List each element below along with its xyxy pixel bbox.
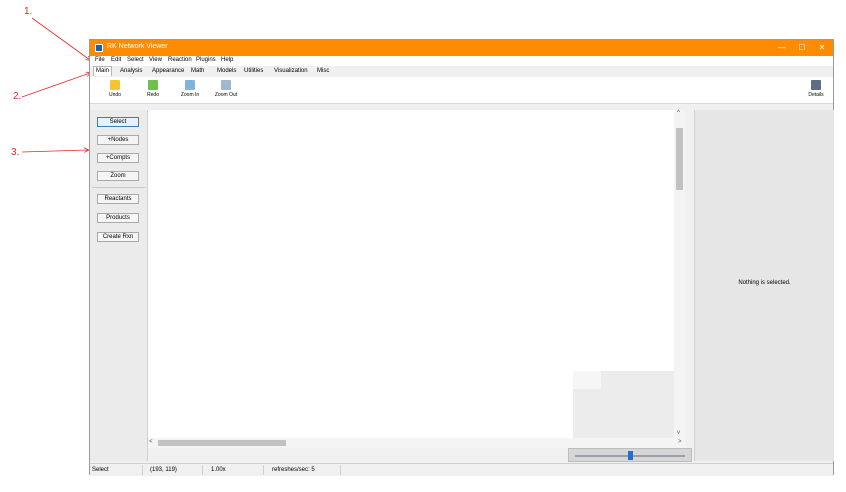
details-button[interactable]: Details bbox=[801, 79, 831, 101]
tab-misc[interactable]: Misc bbox=[317, 68, 329, 74]
annotation-2: 2. bbox=[13, 91, 22, 102]
status-refresh-rate: refreshes/sec: 5 bbox=[272, 467, 315, 473]
zoom-in-button[interactable]: Zoom In bbox=[175, 79, 205, 101]
tab-utilities[interactable]: Utilities bbox=[244, 68, 263, 74]
details-icon bbox=[811, 80, 821, 90]
add-compartments-button[interactable]: +Compts bbox=[97, 153, 139, 163]
undo-button[interactable]: Undo bbox=[100, 79, 130, 101]
minimap[interactable] bbox=[573, 371, 682, 438]
menu-reaction[interactable]: Reaction bbox=[168, 57, 192, 63]
redo-label: Redo bbox=[147, 92, 159, 98]
tab-main[interactable]: Main bbox=[93, 66, 113, 76]
menu-file[interactable]: File bbox=[95, 57, 105, 63]
status-divider bbox=[202, 465, 203, 475]
menu-bar: File Edit Select View Reaction Plugins H… bbox=[90, 56, 833, 66]
tab-models[interactable]: Models bbox=[217, 68, 236, 74]
details-label: Details bbox=[808, 92, 824, 98]
toolbar: Undo Redo Zoom In Zoom Out Details bbox=[90, 77, 833, 104]
redo-button[interactable]: Redo bbox=[138, 79, 168, 101]
menu-plugins[interactable]: Plugins bbox=[196, 57, 216, 63]
minimize-button[interactable]: — bbox=[775, 42, 789, 54]
scroll-up-icon[interactable]: ^ bbox=[677, 110, 680, 116]
add-nodes-button[interactable]: +Nodes bbox=[97, 135, 139, 145]
zoom-tool-button[interactable]: Zoom bbox=[97, 171, 139, 181]
tab-math[interactable]: Math bbox=[191, 68, 204, 74]
menu-edit[interactable]: Edit bbox=[111, 57, 121, 63]
annotation-1: 1. bbox=[24, 6, 33, 17]
status-zoom: 1.00x bbox=[211, 467, 226, 473]
status-divider bbox=[340, 465, 341, 475]
details-panel: Nothing is selected. bbox=[694, 110, 834, 461]
status-bar: Select (193, 119) 1.00x refreshes/sec: 5 bbox=[90, 463, 833, 476]
menu-select[interactable]: Select bbox=[127, 57, 144, 63]
status-divider bbox=[142, 465, 143, 475]
nothing-selected-message: Nothing is selected. bbox=[738, 280, 791, 286]
app-icon bbox=[95, 44, 103, 52]
scroll-down-icon[interactable]: v bbox=[677, 430, 680, 436]
annotation-arrow-2 bbox=[21, 73, 90, 98]
zoom-in-label: Zoom In bbox=[180, 92, 200, 98]
tab-analysis[interactable]: Analysis bbox=[120, 68, 142, 74]
scroll-right-icon[interactable]: > bbox=[678, 439, 682, 445]
app-window: RK Network Viewer — ☐ ✕ File Edit Select… bbox=[89, 39, 834, 476]
tool-divider bbox=[92, 187, 145, 188]
close-button[interactable]: ✕ bbox=[815, 42, 829, 54]
horizontal-scrollbar[interactable]: < > bbox=[148, 438, 686, 448]
maximize-button[interactable]: ☐ bbox=[795, 42, 809, 54]
annotation-arrow-1 bbox=[31, 17, 90, 60]
zoom-out-button[interactable]: Zoom Out bbox=[211, 79, 241, 101]
reactants-button[interactable]: Reactants bbox=[97, 194, 139, 204]
title-bar[interactable]: RK Network Viewer — ☐ ✕ bbox=[90, 40, 833, 56]
select-tool-button[interactable]: Select bbox=[97, 117, 139, 127]
redo-icon bbox=[148, 80, 158, 90]
zoom-out-label: Zoom Out bbox=[214, 92, 238, 98]
vertical-scroll-thumb[interactable] bbox=[676, 128, 683, 190]
status-coordinates: (193, 119) bbox=[150, 467, 177, 473]
horizontal-scroll-thumb[interactable] bbox=[158, 440, 286, 446]
menu-view[interactable]: View bbox=[149, 57, 162, 63]
tab-visualization[interactable]: Visualization bbox=[274, 68, 308, 74]
tool-panel: Select +Nodes +Compts Zoom Reactants Pro… bbox=[90, 110, 148, 461]
scroll-left-icon[interactable]: < bbox=[149, 439, 153, 445]
zoom-slider[interactable] bbox=[568, 448, 692, 462]
vertical-scrollbar[interactable]: ^ v bbox=[674, 110, 685, 448]
products-button[interactable]: Products bbox=[97, 213, 139, 223]
undo-icon bbox=[110, 80, 120, 90]
zoom-in-icon bbox=[185, 80, 195, 90]
zoom-slider-handle[interactable] bbox=[627, 451, 633, 460]
annotation-arrow-3 bbox=[21, 150, 88, 152]
minimap-viewport[interactable] bbox=[573, 371, 601, 389]
window-title: RK Network Viewer bbox=[107, 43, 168, 50]
network-canvas[interactable] bbox=[148, 110, 682, 438]
annotation-3: 3. bbox=[11, 147, 20, 158]
status-mode: Select bbox=[92, 467, 109, 473]
zoom-out-icon bbox=[221, 80, 231, 90]
tab-appearance[interactable]: Appearance bbox=[152, 68, 184, 74]
create-reaction-button[interactable]: Create Rxn bbox=[97, 232, 139, 242]
menu-help[interactable]: Help bbox=[221, 57, 233, 63]
undo-label: Undo bbox=[109, 92, 121, 98]
status-divider bbox=[263, 465, 264, 475]
